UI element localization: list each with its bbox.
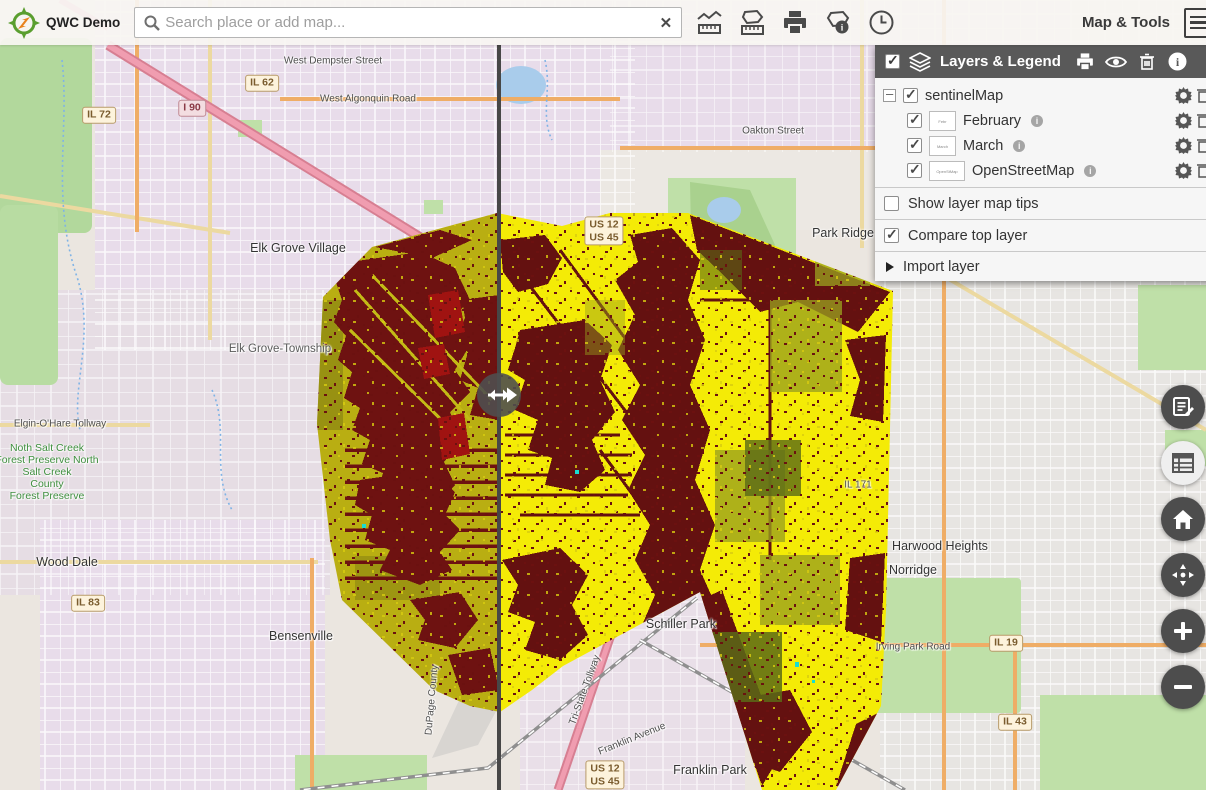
zoom-out-button[interactable] bbox=[1161, 665, 1205, 709]
minus-icon bbox=[1173, 677, 1193, 697]
map-tips-checkbox[interactable] bbox=[884, 196, 899, 211]
hamburger-menu-button[interactable] bbox=[1184, 8, 1206, 38]
report-icon bbox=[1172, 396, 1194, 418]
layer-remove-icon-cutoff[interactable] bbox=[1197, 88, 1206, 107]
height-profile-icon[interactable] bbox=[695, 9, 723, 37]
top-toolbar: QWC Demo ✕ bbox=[0, 0, 1206, 45]
zoom-in-button[interactable] bbox=[1161, 609, 1205, 653]
measure-icon[interactable] bbox=[738, 9, 766, 37]
layer-settings-gear-icon[interactable] bbox=[1175, 112, 1192, 133]
layer-label[interactable]: March bbox=[963, 138, 1003, 154]
layers-master-checkbox[interactable] bbox=[885, 54, 900, 69]
layer-settings-gear-icon[interactable] bbox=[1175, 137, 1192, 158]
plus-icon bbox=[1173, 621, 1193, 641]
compare-layer-label: Compare top layer bbox=[908, 228, 1027, 244]
layer-row-march[interactable]: March March i bbox=[875, 133, 1206, 158]
eye-icon[interactable] bbox=[1105, 51, 1127, 73]
layer-settings-gear-icon[interactable] bbox=[1175, 162, 1192, 183]
print-icon[interactable] bbox=[781, 9, 809, 37]
compare-top-layer-option[interactable]: Compare top layer bbox=[875, 219, 1206, 251]
search-input[interactable] bbox=[161, 14, 650, 31]
import-layer-expander[interactable]: Import layer bbox=[875, 251, 1206, 281]
home-button[interactable] bbox=[1161, 497, 1205, 541]
layer-thumbnail: March bbox=[929, 136, 956, 156]
layer-row-february[interactable]: Febr February i bbox=[875, 108, 1206, 133]
layer-tree: sentinelMap Febr February i bbox=[875, 78, 1206, 187]
layer-checkbox[interactable] bbox=[903, 88, 918, 103]
layer-label[interactable]: sentinelMap bbox=[925, 88, 1003, 104]
layer-label[interactable]: OpenStreetMap bbox=[972, 163, 1074, 179]
layer-info-icon[interactable]: i bbox=[1013, 140, 1025, 152]
trash-icon[interactable] bbox=[1136, 51, 1158, 73]
attribute-table-button[interactable] bbox=[1161, 441, 1205, 485]
layer-remove-icon-cutoff[interactable] bbox=[1197, 113, 1206, 132]
search-box: ✕ bbox=[134, 7, 682, 38]
map-tools-label[interactable]: Map & Tools bbox=[1082, 14, 1170, 31]
print-legend-icon[interactable] bbox=[1074, 51, 1096, 73]
home-icon bbox=[1172, 509, 1194, 530]
info-icon[interactable]: i bbox=[1167, 51, 1189, 73]
attribute-table-icon bbox=[1172, 453, 1194, 473]
layer-settings-gear-icon[interactable] bbox=[1175, 87, 1192, 108]
layer-label[interactable]: February bbox=[963, 113, 1021, 129]
app-logo[interactable]: QWC Demo bbox=[0, 7, 134, 39]
map-tips-label: Show layer map tips bbox=[908, 196, 1039, 212]
expand-triangle-icon bbox=[886, 262, 894, 272]
show-map-tips-option[interactable]: Show layer map tips bbox=[875, 187, 1206, 219]
layers-panel-title: Layers & Legend bbox=[940, 53, 1061, 70]
search-clear-icon[interactable]: ✕ bbox=[651, 14, 682, 32]
app-title: QWC Demo bbox=[46, 15, 120, 30]
layers-panel-header: Layers & Legend bbox=[875, 45, 1206, 78]
qwc-compass-icon bbox=[8, 7, 40, 39]
search-icon bbox=[143, 14, 161, 32]
layers-panel: Layers & Legend bbox=[875, 45, 1206, 281]
layer-remove-icon-cutoff[interactable] bbox=[1197, 163, 1206, 182]
layer-remove-icon-cutoff[interactable] bbox=[1197, 138, 1206, 157]
compare-slider-handle[interactable] bbox=[476, 372, 522, 418]
import-layer-label: Import layer bbox=[903, 259, 980, 275]
collapse-expander[interactable] bbox=[883, 89, 896, 102]
layer-checkbox[interactable] bbox=[907, 163, 922, 178]
layer-row-openstreetmap[interactable]: OpenStMap OpenStreetMap i bbox=[875, 158, 1206, 183]
layers-icon bbox=[909, 52, 931, 72]
menu-area: Map & Tools bbox=[1082, 8, 1206, 38]
layer-info-icon[interactable]: i bbox=[1031, 115, 1043, 127]
identify-region-icon[interactable]: i bbox=[824, 9, 852, 37]
layer-thumbnail: Febr bbox=[929, 111, 956, 131]
toolbar-icons: i bbox=[695, 9, 895, 37]
layer-row-sentinelmap[interactable]: sentinelMap bbox=[875, 83, 1206, 108]
qwc-application: West Dempster StreetWest Algonquin RoadO… bbox=[0, 0, 1206, 790]
report-tool-button[interactable] bbox=[1161, 385, 1205, 429]
time-manager-icon[interactable] bbox=[867, 9, 895, 37]
compare-layer-checkbox[interactable] bbox=[884, 228, 899, 243]
layer-checkbox[interactable] bbox=[907, 113, 922, 128]
layer-info-icon[interactable]: i bbox=[1084, 165, 1096, 177]
locate-button[interactable] bbox=[1161, 553, 1205, 597]
layer-checkbox[interactable] bbox=[907, 138, 922, 153]
layer-thumbnail: OpenStMap bbox=[929, 161, 965, 181]
locate-icon bbox=[1171, 563, 1195, 587]
